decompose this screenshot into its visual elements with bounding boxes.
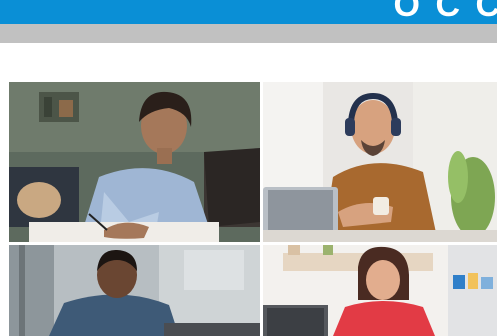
woman-smiling-photo (263, 245, 497, 336)
header-divider (0, 24, 497, 43)
video-tile-woman-writing[interactable] (9, 82, 260, 242)
video-tile-man-laptop[interactable] (9, 245, 260, 336)
video-tile-woman-smiling[interactable] (263, 245, 497, 336)
video-call-grid (9, 82, 497, 336)
man-headphones-photo (263, 82, 497, 242)
header-title: O C C (393, 0, 497, 24)
header-bar: O C C (0, 0, 497, 24)
woman-writing-photo (9, 82, 260, 242)
video-tile-man-headphones[interactable] (263, 82, 497, 242)
man-laptop-photo (9, 245, 260, 336)
